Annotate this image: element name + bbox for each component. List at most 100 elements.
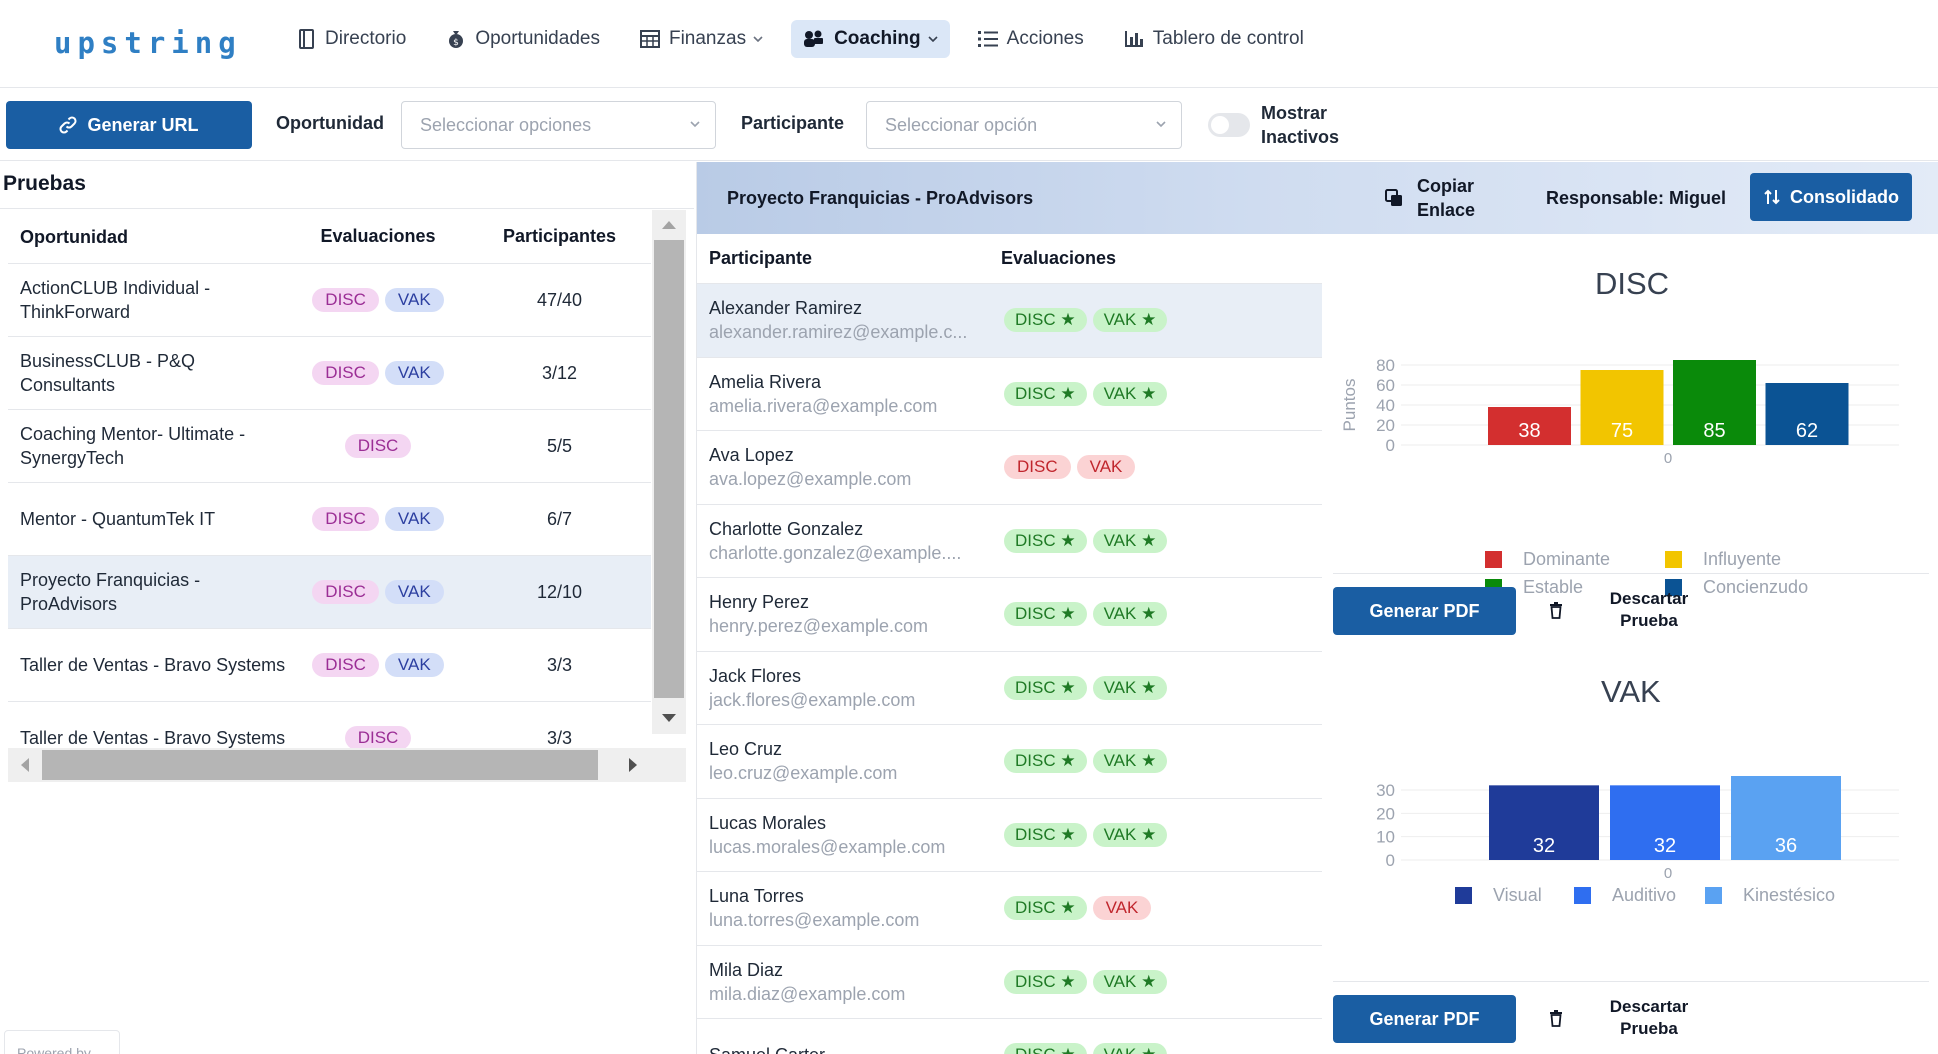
col-evaluations[interactable]: Evaluaciones xyxy=(994,248,1322,269)
disc-tag: DISC xyxy=(312,507,379,531)
legend-item-influyente[interactable]: Influyente xyxy=(1665,549,1781,570)
nav-acciones[interactable]: Acciones xyxy=(966,20,1096,58)
col-evaluations[interactable]: Evaluaciones xyxy=(288,226,468,247)
tests-table-row[interactable]: Proyecto Franquicias - ProAdvisors DISC VA… xyxy=(8,556,651,629)
participant-row[interactable]: Luna Torres luna.torres@example.com DISC ★… xyxy=(697,872,1322,946)
evaluation-status-badge[interactable]: VAK ★ xyxy=(1092,1043,1168,1054)
scroll-thumb[interactable] xyxy=(654,240,684,698)
copy-link-button[interactable]: Copiar Enlace xyxy=(1385,174,1487,222)
evaluation-status-badge[interactable]: DISC ★ xyxy=(1004,602,1087,627)
evaluation-status-badge[interactable]: VAK xyxy=(1076,455,1136,480)
x-tick-label: 0 xyxy=(1664,865,1672,882)
evaluation-status-badge[interactable]: VAK ★ xyxy=(1092,749,1168,774)
generate-pdf-button-disc[interactable]: Generar PDF xyxy=(1333,587,1516,635)
tests-table-row[interactable]: BusinessCLUB - P&Q Consultants DISC VAK 3/1… xyxy=(8,337,651,410)
legend-item-kinestésico[interactable]: Kinestésico xyxy=(1705,885,1835,906)
disc-chart-title: DISC xyxy=(1595,266,1670,301)
tests-table-row[interactable]: ActionCLUB Individual - ThinkForward DISC… xyxy=(8,264,651,337)
participant-info: Henry Perez henry.perez@example.com xyxy=(697,590,994,638)
disc-tag: DISC xyxy=(312,580,379,604)
y-tick-label: 20 xyxy=(1376,804,1395,823)
scroll-left-arrow[interactable] xyxy=(21,758,29,772)
evaluation-status-badge[interactable]: DISC xyxy=(1004,455,1071,480)
generate-url-button[interactable]: Generar URL xyxy=(6,101,252,149)
opportunity-select-placeholder: Seleccionar opciones xyxy=(420,114,592,135)
participant-row[interactable]: Leo Cruz leo.cruz@example.com DISC ★ VAK ★ xyxy=(697,725,1322,799)
scroll-up-arrow[interactable] xyxy=(662,221,676,229)
show-inactive-label: Mostrar Inactivos xyxy=(1261,101,1361,149)
horizontal-scrollbar[interactable] xyxy=(8,748,686,782)
evaluation-status-badge[interactable]: VAK ★ xyxy=(1092,822,1168,847)
evaluation-status-badge[interactable]: DISC ★ xyxy=(1004,528,1087,553)
evaluation-status-badge[interactable]: DISC ★ xyxy=(1004,381,1087,406)
legend-item-visual[interactable]: Visual xyxy=(1455,885,1542,906)
participant-evaluations: DISC ★VAK ★ xyxy=(994,969,1322,994)
participant-evaluations: DISC ★VAK ★ xyxy=(994,822,1322,847)
participant-row[interactable]: Jack Flores jack.flores@example.com DISC ★… xyxy=(697,652,1322,725)
detail-header: Proyecto Franquicias - ProAdvisors Copia… xyxy=(697,162,1938,234)
evaluation-status-badge[interactable]: VAK xyxy=(1092,896,1152,921)
y-tick-label: 80 xyxy=(1376,356,1395,375)
legend-swatch xyxy=(1574,887,1591,904)
vertical-scrollbar[interactable] xyxy=(652,210,686,734)
opportunity-name: Proyecto Franquicias - ProAdvisors xyxy=(20,570,201,614)
disc-tag: DISC xyxy=(312,653,379,677)
evaluation-status-badge[interactable]: DISC ★ xyxy=(1004,822,1087,847)
nav-label: Oportunidades xyxy=(475,28,600,49)
participant-name: Mila Diaz xyxy=(709,959,784,980)
nav-coaching[interactable]: Coaching xyxy=(791,20,950,58)
powered-by-badge[interactable]: Powered by xyxy=(4,1030,120,1054)
tests-table-row[interactable]: Coaching Mentor- Ultimate - SynergyTech D… xyxy=(8,410,651,483)
nav-oportunidades[interactable]: $ Oportunidades xyxy=(434,20,612,58)
legend-item-dominante[interactable]: Dominante xyxy=(1485,549,1610,570)
app-logo[interactable]: upstring xyxy=(54,18,242,68)
participant-row[interactable]: Samuel Carter DISC ★ VAK ★ xyxy=(697,1019,1322,1054)
discard-test-button-vak[interactable]: Descartar Prueba xyxy=(1549,996,1699,1040)
nav-label: Tablero de control xyxy=(1152,28,1304,49)
evaluation-status-badge[interactable]: VAK ★ xyxy=(1092,675,1168,700)
evaluation-status-badge[interactable]: VAK ★ xyxy=(1092,528,1168,553)
filter-bar: Generar URL Oportunidad Seleccionar opci… xyxy=(0,88,1938,161)
col-participant[interactable]: Participante xyxy=(697,248,994,269)
y-tick-label: 10 xyxy=(1376,828,1395,847)
participant-row[interactable]: Charlotte Gonzalez charlotte.gonzalez@exa… xyxy=(697,505,1322,578)
nav-label: Acciones xyxy=(1006,28,1084,49)
generate-pdf-button-vak[interactable]: Generar PDF xyxy=(1333,995,1516,1043)
opportunity-select[interactable]: Seleccionar opciones xyxy=(401,101,716,149)
participants-count: 3/3 xyxy=(546,727,573,748)
scroll-right-arrow[interactable] xyxy=(629,758,637,772)
legend-item-auditivo[interactable]: Auditivo xyxy=(1574,885,1676,906)
evaluation-status-badge[interactable]: VAK ★ xyxy=(1092,969,1168,994)
col-opportunity[interactable]: Oportunidad xyxy=(8,225,288,249)
nav-finanzas[interactable]: Finanzas xyxy=(628,20,775,58)
nav-directorio[interactable]: Directorio xyxy=(286,20,418,58)
tests-table-row[interactable]: Taller de Ventas - Bravo Systems DISC VAK 3… xyxy=(8,629,651,702)
participant-row[interactable]: Henry Perez henry.perez@example.com DISC ★… xyxy=(697,578,1322,652)
consolidated-button[interactable]: Consolidado xyxy=(1750,173,1912,221)
participant-row[interactable]: Lucas Morales lucas.morales@example.com DI… xyxy=(697,799,1322,872)
evaluation-status-badge[interactable]: VAK ★ xyxy=(1092,381,1168,406)
participant-email: mila.diaz@example.com xyxy=(709,983,906,1004)
evaluation-status-badge[interactable]: DISC ★ xyxy=(1004,749,1087,774)
participant-select[interactable]: Seleccionar opción xyxy=(866,101,1182,149)
evaluation-status-badge[interactable]: DISC ★ xyxy=(1004,675,1087,700)
col-participants[interactable]: Participantes xyxy=(468,226,651,247)
book-icon xyxy=(299,29,314,49)
discard-test-button-disc[interactable]: Descartar Prueba xyxy=(1549,588,1699,632)
evaluation-status-badge[interactable]: DISC ★ xyxy=(1004,896,1087,921)
evaluation-status-badge[interactable]: DISC ★ xyxy=(1004,308,1087,333)
participant-row[interactable]: Mila Diaz mila.diaz@example.com DISC ★ VAK … xyxy=(697,946,1322,1019)
participant-row[interactable]: Amelia Rivera amelia.rivera@example.com DI… xyxy=(697,358,1322,431)
evaluation-status-badge[interactable]: VAK ★ xyxy=(1092,308,1168,333)
participant-row[interactable]: Ava Lopez ava.lopez@example.com DISC VAK xyxy=(697,431,1322,505)
scroll-thumb[interactable] xyxy=(42,750,598,780)
evaluation-status-badge[interactable]: VAK ★ xyxy=(1092,602,1168,627)
show-inactive-toggle[interactable] xyxy=(1208,113,1250,137)
evaluation-status-badge[interactable]: DISC ★ xyxy=(1004,969,1087,994)
nav-tablero[interactable]: Tablero de control xyxy=(1112,20,1316,58)
tests-table-row[interactable]: Mentor - QuantumTek IT DISC VAK 6/7 xyxy=(8,483,651,556)
participant-evaluations: DISC VAK xyxy=(994,455,1322,480)
scroll-down-arrow[interactable] xyxy=(662,714,676,722)
evaluation-status-badge[interactable]: DISC ★ xyxy=(1004,1043,1087,1054)
participant-row[interactable]: Alexander Ramirez alexander.ramirez@examp… xyxy=(697,284,1322,358)
